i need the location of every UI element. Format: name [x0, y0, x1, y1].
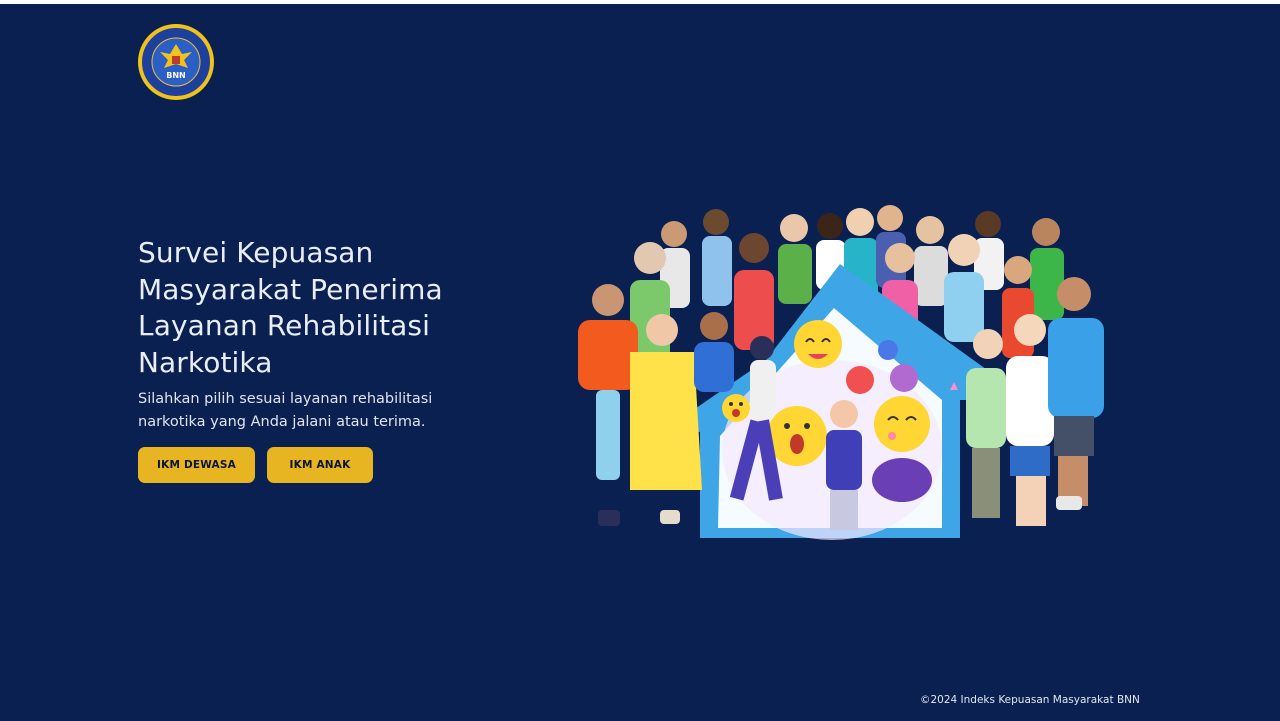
- bnn-emblem-icon: BNN: [140, 26, 212, 98]
- ikm-anak-button[interactable]: IKM ANAK: [267, 447, 373, 483]
- hero-illustration: [578, 205, 1104, 540]
- logo-text: BNN: [166, 71, 186, 80]
- page-title: Survei Kepuasan Masyarakat Penerima Laya…: [138, 236, 443, 379]
- bnn-logo[interactable]: BNN: [138, 24, 214, 100]
- page-subtitle: Silahkan pilih sesuai layanan rehabilita…: [138, 391, 433, 430]
- footer-copyright: ©2024 Indeks Kepuasan Masyarakat BNN: [920, 694, 1140, 706]
- landing-page: BNN Survei Kepuasan Masyarakat Penerima …: [0, 4, 1280, 721]
- ikm-dewasa-button[interactable]: IKM DEWASA: [138, 447, 255, 483]
